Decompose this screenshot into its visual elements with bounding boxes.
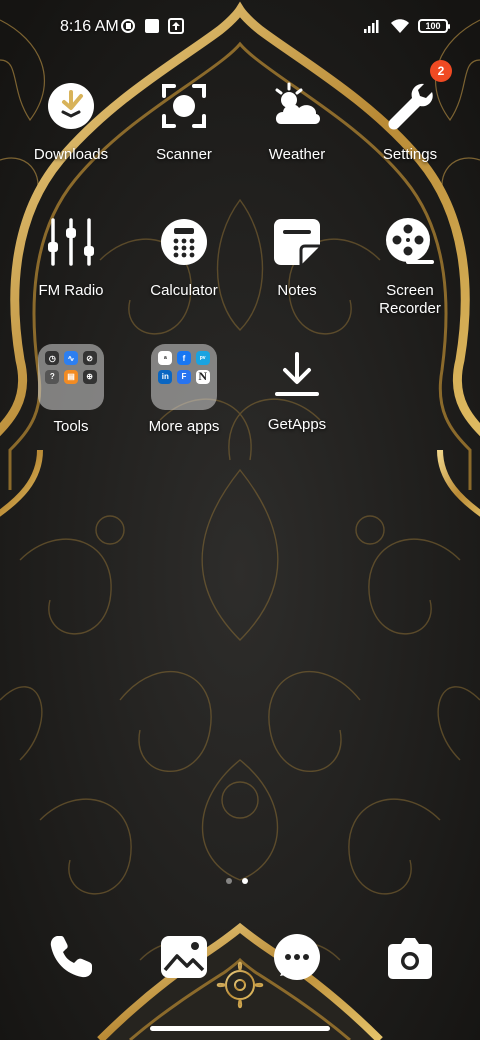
app-screen-recorder[interactable]: Screen Recorder [355, 216, 465, 318]
app-label: Calculator [150, 282, 218, 299]
notes-icon [271, 216, 323, 268]
app-scanner[interactable]: Scanner [129, 80, 239, 164]
app-label: Settings [382, 146, 438, 163]
status-bar: 8:16 AM 100 [0, 0, 480, 56]
scanner-icon [158, 80, 210, 132]
app-weather[interactable]: Weather [242, 80, 352, 164]
app-label: Downloads [33, 146, 109, 163]
app-downloads[interactable]: Downloads [16, 80, 126, 164]
folder-tools[interactable]: ◷ ∿ ⊘ ? ▤ ⊕ Tools [16, 344, 126, 436]
app-label: Weather [268, 146, 326, 163]
notion-mini-icon: N [195, 369, 210, 384]
dock-phone[interactable] [46, 932, 96, 982]
page-indicator[interactable] [226, 878, 248, 884]
prime-video-mini-icon: pv [195, 351, 210, 366]
amazon-mini-icon: a [158, 351, 173, 366]
app-label: Scanner [156, 146, 212, 163]
weather-icon [271, 80, 323, 132]
flipkart-mini-icon: F [176, 369, 191, 384]
status-system-icons: 100 [362, 18, 450, 34]
app-label: FM Radio [38, 282, 104, 299]
facebook-mini-icon: f [176, 351, 191, 366]
page-dot-2-active[interactable] [242, 878, 248, 884]
app-label: Screen Recorder [379, 282, 441, 317]
clock-mini-icon: ◷ [45, 351, 60, 366]
app-fm-radio[interactable]: FM Radio [16, 216, 126, 300]
plus-mini-icon: ⊕ [82, 369, 97, 384]
signal-icon [364, 20, 379, 33]
getapps-download-icon [271, 350, 323, 402]
app-settings[interactable]: Settings [355, 80, 465, 164]
app-notes[interactable]: Notes [242, 216, 352, 300]
phone-icon [50, 936, 92, 978]
folder-icon: ◷ ∿ ⊘ ? ▤ ⊕ [38, 344, 104, 410]
page-dot-1[interactable] [226, 878, 232, 884]
dock-gallery[interactable] [159, 932, 209, 982]
app-getapps[interactable]: GetApps [242, 350, 352, 434]
file-mini-icon: ▤ [63, 369, 78, 384]
compass-mini-icon: ⊘ [82, 351, 97, 366]
status-time: 8:16 AM [60, 18, 119, 35]
gallery-icon [161, 936, 207, 978]
data-saver-icon [121, 19, 135, 33]
app-calculator[interactable]: Calculator [129, 216, 239, 300]
status-notification-icons [120, 18, 184, 34]
messages-icon [274, 934, 320, 980]
app-label: More apps [148, 418, 220, 435]
camera-icon [388, 938, 432, 979]
square-notification-icon [145, 19, 159, 33]
battery-level: 100 [425, 20, 441, 31]
dock-camera[interactable] [385, 932, 435, 982]
folder-more-apps[interactable]: a f pv in F N More apps [129, 344, 239, 436]
upload-notification-icon [168, 18, 184, 34]
app-label: GetApps [267, 416, 327, 433]
app-label: Notes [277, 282, 317, 299]
folder-icon: a f pv in F N [151, 344, 217, 410]
film-reel-icon [384, 216, 436, 268]
help-mini-icon: ? [45, 369, 60, 384]
linkedin-mini-icon: in [158, 369, 173, 384]
settings-wrench-icon [384, 80, 436, 132]
calculator-icon [158, 216, 210, 268]
settings-notification-badge: 2 [430, 60, 452, 82]
gesture-navigation-bar[interactable] [150, 1026, 330, 1031]
wave-mini-icon: ∿ [63, 351, 78, 366]
fm-radio-icon [45, 216, 97, 268]
battery-icon: 100 [418, 19, 450, 33]
app-label: Tools [53, 418, 89, 435]
download-check-icon [45, 80, 97, 132]
dock-messages[interactable] [272, 932, 322, 982]
wifi-icon [391, 19, 409, 33]
